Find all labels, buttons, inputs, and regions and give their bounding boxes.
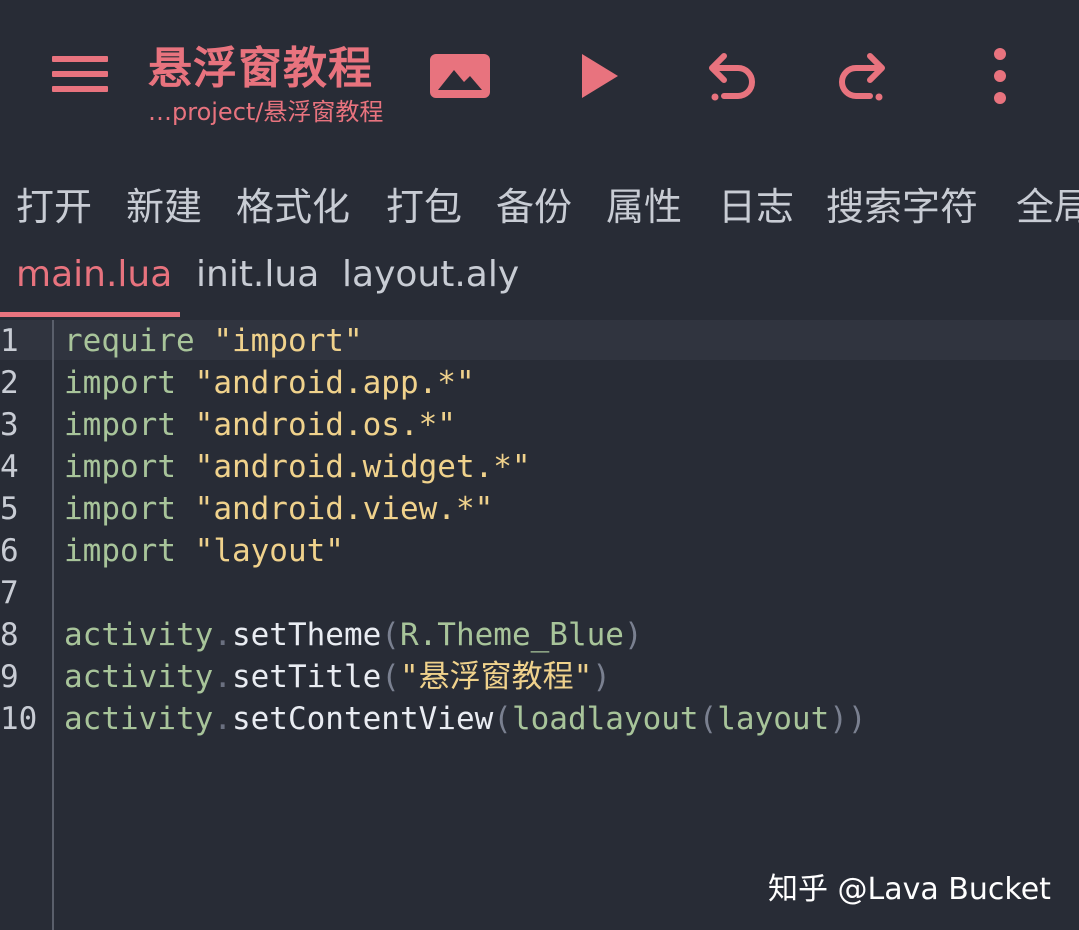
code-token: ( [381, 659, 400, 695]
code-editor[interactable]: 1 require "import" 2 import "android.app.*"… [0, 320, 1079, 930]
code-line[interactable]: 5 import "android.view.*" [0, 488, 1079, 530]
code-text: activity.setTheme(R.Theme_Blue) [64, 614, 643, 656]
code-text: activity.setTitle("悬浮窗教程") [64, 656, 611, 698]
code-token: import [64, 491, 176, 527]
code-token: "import" [213, 323, 363, 359]
code-token: "android.os.*" [194, 407, 456, 443]
menu-log[interactable]: 日志 [718, 176, 794, 231]
code-line[interactable]: 8 activity.setTheme(R.Theme_Blue) [0, 614, 1079, 656]
code-line[interactable]: 2 import "android.app.*" [0, 362, 1079, 404]
code-text: activity.setContentView(loadlayout(layou… [64, 698, 867, 740]
code-line[interactable]: 6 import "layout" [0, 530, 1079, 572]
menu-icon[interactable] [44, 46, 114, 102]
line-number: 4 [0, 449, 19, 485]
code-line[interactable]: 1 require "import" [0, 320, 1079, 362]
active-tab-indicator [0, 312, 180, 317]
code-token: "android.view.*" [194, 491, 494, 527]
code-token: layout [717, 701, 830, 737]
line-number: 6 [0, 533, 19, 569]
code-token: . [213, 701, 232, 737]
tab-init-lua[interactable]: init.lua [196, 254, 319, 295]
line-number: 9 [0, 659, 19, 695]
line-number: 10 [0, 701, 38, 737]
menu-backup[interactable]: 备份 [496, 176, 572, 231]
line-number: 3 [0, 407, 19, 443]
code-token: activity [64, 659, 214, 695]
menu-format[interactable]: 格式化 [236, 176, 350, 231]
code-text: import "android.os.*" [64, 404, 456, 446]
redo-icon[interactable] [828, 40, 900, 112]
app-bar: 悬浮窗教程 …project/悬浮窗教程 [0, 0, 1079, 150]
code-text: import "android.view.*" [64, 488, 493, 530]
code-line[interactable]: 3 import "android.os.*" [0, 404, 1079, 446]
code-token: require [64, 323, 195, 359]
code-token: ( [493, 701, 512, 737]
tab-main-lua[interactable]: main.lua [16, 254, 172, 295]
play-icon[interactable] [562, 40, 634, 112]
menu-pack[interactable]: 打包 [386, 176, 462, 231]
code-token: . [213, 617, 232, 653]
code-token: . [213, 659, 232, 695]
code-text: import "android.widget.*" [64, 446, 531, 488]
project-title: 悬浮窗教程 [148, 43, 373, 94]
line-number: 1 [0, 323, 19, 359]
line-number: 8 [0, 617, 19, 653]
code-token: ( [698, 701, 718, 737]
code-text: import "layout" [64, 530, 344, 572]
code-token: ( [381, 617, 400, 653]
undo-icon[interactable] [694, 40, 766, 112]
menu-properties[interactable]: 属性 [606, 176, 682, 231]
line-number: 7 [0, 575, 19, 611]
menu-open[interactable]: 打开 [16, 176, 92, 231]
code-line[interactable]: 7 [0, 572, 1079, 614]
code-token: ) [623, 617, 643, 653]
code-token: "layout" [194, 533, 344, 569]
code-line[interactable]: 10 activity.setContentView(loadlayout(lay… [0, 698, 1079, 740]
code-token: activity [64, 617, 214, 653]
editor-screen: 悬浮窗教程 …project/悬浮窗教程 打开 新建 格式化 打包 备份 属性 … [0, 0, 1079, 930]
project-path: …project/悬浮窗教程 [148, 98, 384, 126]
code-token: activity [64, 701, 214, 737]
code-token: ) [592, 659, 611, 695]
code-token: setTheme [231, 617, 382, 653]
code-token: loadlayout [511, 701, 699, 737]
code-token: )) [829, 701, 867, 737]
code-token: import [64, 407, 176, 443]
menu-new[interactable]: 新建 [126, 176, 202, 231]
code-token: import [64, 365, 176, 401]
menu-global[interactable]: 全局 [1016, 176, 1079, 231]
menu-search[interactable]: 搜索字符 [826, 176, 978, 231]
code-token: setContentView [231, 701, 494, 737]
image-icon[interactable] [424, 40, 496, 112]
code-token: R.Theme_Blue [399, 617, 624, 653]
line-number: 5 [0, 491, 19, 527]
code-token: "android.app.*" [194, 365, 475, 401]
watermark: 知乎 @Lava Bucket [768, 872, 1051, 907]
code-token: "悬浮窗教程" [399, 659, 593, 695]
code-token: "android.widget.*" [194, 449, 531, 485]
code-token: import [64, 533, 176, 569]
code-text: import "android.app.*" [64, 362, 475, 404]
toolbar-menu: 打开 新建 格式化 打包 备份 属性 日志 搜索字符 全局 [0, 168, 1079, 232]
file-tabs: main.lua init.lua layout.aly [0, 248, 1079, 320]
code-token: setTitle [231, 659, 382, 695]
more-vert-icon[interactable] [964, 40, 1036, 112]
code-line[interactable]: 9 activity.setTitle("悬浮窗教程") [0, 656, 1079, 698]
code-token: import [64, 449, 176, 485]
tab-layout-aly[interactable]: layout.aly [342, 254, 519, 295]
code-text: require "import" [64, 320, 363, 362]
line-number: 2 [0, 365, 19, 401]
code-line[interactable]: 4 import "android.widget.*" [0, 446, 1079, 488]
